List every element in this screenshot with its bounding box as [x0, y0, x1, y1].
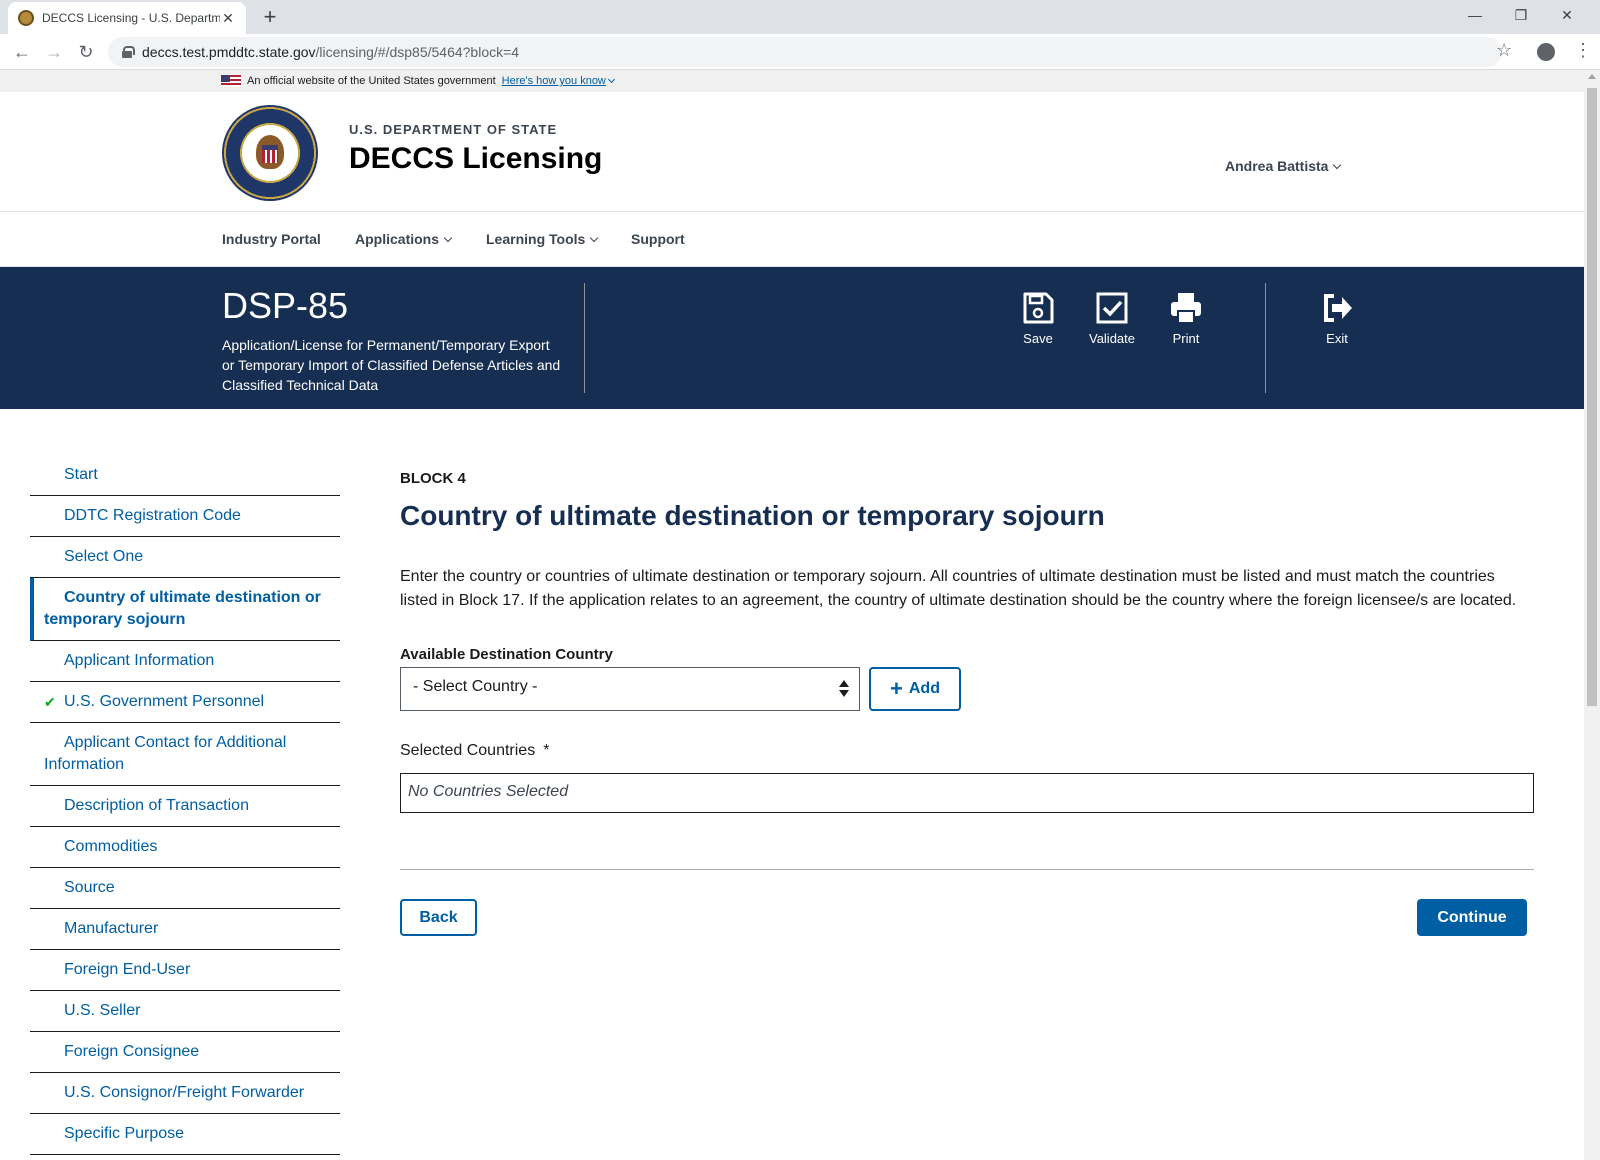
- sidenav-item-specific-purpose[interactable]: Specific Purpose: [30, 1114, 340, 1155]
- empty-selection-text: No Countries Selected: [408, 783, 569, 800]
- back-arrow-icon[interactable]: ←: [10, 40, 34, 64]
- sidenav-item-foreign-end-user[interactable]: Foreign End-User: [30, 950, 340, 991]
- block-description: Enter the country or countries of ultima…: [400, 568, 1517, 609]
- exit-label: Exit: [1326, 331, 1348, 346]
- exit-button[interactable]: Exit: [1305, 291, 1369, 346]
- forward-arrow-icon[interactable]: →: [42, 40, 66, 64]
- browser-tab[interactable]: DECCS Licensing - U.S. Departme ✕: [8, 2, 246, 34]
- profile-avatar-icon[interactable]: [1537, 43, 1555, 61]
- bookmark-star-icon[interactable]: ☆: [1496, 40, 1512, 61]
- continue-button[interactable]: Continue: [1417, 899, 1527, 936]
- sidenav-item-us-consignor[interactable]: U.S. Consignor/Freight Forwarder: [30, 1073, 340, 1114]
- sidenav-item-commodities[interactable]: Commodities: [30, 827, 340, 868]
- sidenav-item-us-government-personnel[interactable]: ✔ U.S. Government Personnel: [30, 682, 340, 723]
- sidenav-item-us-seller[interactable]: U.S. Seller: [30, 991, 340, 1032]
- printer-icon: [1171, 293, 1201, 324]
- nav-industry-portal[interactable]: Industry Portal: [222, 231, 321, 247]
- select-updown-icon: [839, 680, 849, 698]
- form-id: DSP-85: [222, 285, 349, 326]
- selected-countries-list: No Countries Selected: [400, 773, 1534, 813]
- nav-applications[interactable]: Applications: [355, 231, 453, 247]
- browser-tab-bar: DECCS Licensing - U.S. Departme ✕ + — ❐ …: [0, 0, 1600, 34]
- restore-icon[interactable]: ❐: [1498, 0, 1544, 30]
- site-favicon-icon: [18, 10, 34, 26]
- exit-icon: [1324, 294, 1352, 322]
- checkbox-check-icon: [1096, 292, 1128, 324]
- banner-divider: [1265, 283, 1266, 393]
- app-title[interactable]: DECCS Licensing: [349, 142, 602, 176]
- lock-icon: [122, 46, 135, 58]
- sidenav-item-start[interactable]: Start: [30, 455, 340, 496]
- reload-icon[interactable]: ↻: [74, 40, 98, 64]
- sidenav-item-country-of-destination[interactable]: Country of ultimate destination or tempo…: [30, 578, 340, 641]
- back-button[interactable]: Back: [400, 899, 477, 936]
- browser-menu-icon[interactable]: ⋮: [1574, 40, 1592, 61]
- gov-banner: An official website of the United States…: [0, 70, 1584, 92]
- sidenav-item-source[interactable]: Source: [30, 868, 340, 909]
- print-button[interactable]: Print: [1154, 291, 1218, 346]
- form-banner: DSP-85 Application/License for Permanent…: [0, 267, 1584, 409]
- page-title: Country of ultimate destination or tempo…: [400, 500, 1105, 531]
- validate-label: Validate: [1088, 331, 1135, 346]
- nav-support[interactable]: Support: [631, 231, 685, 247]
- form-divider: [400, 869, 1534, 870]
- sidenav-item-description-of-transaction[interactable]: Description of Transaction: [30, 786, 340, 827]
- sidenav-item-select-one[interactable]: Select One: [30, 537, 340, 578]
- url-host: deccs.test.pmddtc.state.gov: [142, 44, 316, 60]
- user-menu[interactable]: Andrea Battista: [1225, 158, 1342, 174]
- page-scrollbar[interactable]: [1584, 70, 1600, 1160]
- us-flag-icon: [221, 75, 241, 87]
- sidenav-item-foreign-consignee[interactable]: Foreign Consignee: [30, 1032, 340, 1073]
- browser-toolbar: ← → ↻ deccs.test.pmddtc.state.gov/licens…: [0, 34, 1600, 70]
- tab-title: DECCS Licensing - U.S. Departme: [42, 11, 220, 25]
- sidenav-item-manufacturer[interactable]: Manufacturer: [30, 909, 340, 950]
- chevron-down-icon: [1333, 160, 1342, 170]
- gov-banner-text: An official website of the United States…: [247, 75, 496, 87]
- save-button[interactable]: Save: [1006, 291, 1070, 346]
- print-label: Print: [1172, 331, 1200, 346]
- chevron-down-icon: [443, 233, 453, 243]
- sidenav-item-applicant-contact[interactable]: Applicant Contact for Additional Informa…: [30, 723, 340, 786]
- scroll-up-icon[interactable]: [1588, 74, 1596, 79]
- department-seal-logo[interactable]: [222, 105, 318, 201]
- sidenav-item-applicant-information[interactable]: Applicant Information: [30, 641, 340, 682]
- site-header: U.S. DEPARTMENT OF STATE DECCS Licensing…: [0, 92, 1584, 212]
- close-window-icon[interactable]: ✕: [1544, 0, 1590, 30]
- destination-country-select[interactable]: - Select Country -: [400, 667, 860, 711]
- add-country-button[interactable]: + Add: [869, 667, 961, 711]
- required-marker: *: [543, 742, 550, 759]
- block-label: BLOCK 4: [400, 470, 466, 487]
- form-description: Application/License for Permanent/Tempor…: [222, 337, 561, 393]
- department-name: U.S. DEPARTMENT OF STATE: [349, 122, 558, 137]
- checkmark-icon: ✔: [44, 694, 56, 710]
- selected-countries-label: Selected Countries *: [400, 742, 550, 759]
- save-label: Save: [1023, 331, 1053, 346]
- banner-divider: [584, 283, 585, 393]
- save-icon: [1023, 292, 1054, 324]
- validate-button[interactable]: Validate: [1080, 291, 1144, 346]
- address-bar[interactable]: deccs.test.pmddtc.state.gov/licensing/#/…: [108, 37, 1502, 67]
- scroll-thumb[interactable]: [1587, 88, 1597, 706]
- select-value: - Select Country -: [413, 678, 538, 695]
- nav-learning-tools[interactable]: Learning Tools: [486, 231, 599, 247]
- block-side-nav: Start DDTC Registration Code Select One …: [30, 455, 340, 1155]
- destination-country-label: Available Destination Country: [400, 646, 613, 663]
- chevron-down-icon: [590, 233, 599, 243]
- new-tab-icon[interactable]: +: [258, 4, 282, 30]
- sidenav-item-ddtc-registration-code[interactable]: DDTC Registration Code: [30, 496, 340, 537]
- main-nav: Industry Portal Applications Learning To…: [0, 212, 1584, 267]
- url-path: /licensing/#/dsp85/5464?block=4: [315, 44, 520, 60]
- add-label: Add: [908, 680, 940, 697]
- minimize-icon[interactable]: —: [1452, 0, 1498, 30]
- chevron-down-icon: [607, 75, 615, 84]
- how-you-know-link[interactable]: Here's how you know: [502, 75, 615, 87]
- close-tab-icon[interactable]: ✕: [220, 10, 236, 27]
- plus-icon: +: [890, 676, 903, 701]
